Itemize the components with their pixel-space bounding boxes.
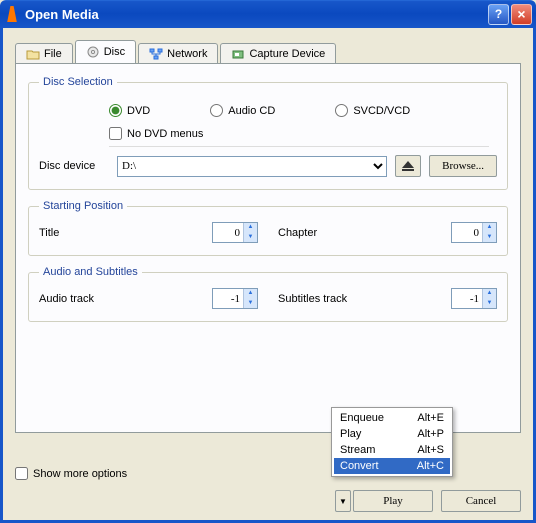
disc-selection-group: Disc Selection DVD Audio CD SVCD/VCD No … bbox=[28, 76, 508, 190]
radio-audiocd-label: Audio CD bbox=[228, 105, 275, 117]
title-label: Title bbox=[39, 227, 212, 239]
bottom-area: Show more options ▼ Play Cancel Enqueue … bbox=[15, 467, 521, 512]
tab-network-label: Network bbox=[167, 48, 207, 60]
radio-audiocd[interactable]: Audio CD bbox=[210, 104, 275, 117]
window-body: File Disc Network Capture Device Disc Se… bbox=[0, 28, 536, 523]
chapter-input[interactable] bbox=[452, 223, 482, 242]
browse-button[interactable]: Browse... bbox=[429, 155, 497, 177]
folder-icon bbox=[26, 48, 40, 60]
no-dvd-menus-label: No DVD menus bbox=[127, 128, 203, 140]
play-dropdown-button[interactable]: ▼ bbox=[335, 490, 351, 512]
disc-device-label: Disc device bbox=[39, 160, 109, 172]
play-dropdown-menu: Enqueue Alt+E Play Alt+P Stream Alt+S Co… bbox=[331, 407, 453, 477]
chapter-spin-buttons[interactable]: ▲▼ bbox=[482, 223, 496, 242]
disc-icon bbox=[86, 46, 100, 58]
title-spinner[interactable]: ▲▼ bbox=[212, 222, 258, 243]
menu-enqueue-label: Enqueue bbox=[340, 412, 384, 424]
subtitles-track-input[interactable] bbox=[452, 289, 482, 308]
radio-svcd-input[interactable] bbox=[335, 104, 348, 117]
subtitles-track-spinner[interactable]: ▲▼ bbox=[451, 288, 497, 309]
menu-play-label: Play bbox=[340, 428, 361, 440]
subs-spin-buttons[interactable]: ▲▼ bbox=[482, 289, 496, 308]
audio-subtitles-group: Audio and Subtitles Audio track ▲▼ Subti… bbox=[28, 266, 508, 322]
radio-dvd[interactable]: DVD bbox=[109, 104, 150, 117]
title-spin-buttons[interactable]: ▲▼ bbox=[243, 223, 257, 242]
audio-track-label: Audio track bbox=[39, 293, 212, 305]
starting-position-group: Starting Position Title ▲▼ Chapter ▲▼ bbox=[28, 200, 508, 256]
tab-content-disc: Disc Selection DVD Audio CD SVCD/VCD No … bbox=[15, 63, 521, 433]
chapter-label: Chapter bbox=[278, 227, 451, 239]
network-icon bbox=[149, 48, 163, 60]
title-bar: Open Media ? × bbox=[0, 0, 536, 28]
subtitles-track-label: Subtitles track bbox=[278, 293, 451, 305]
radio-svcd-label: SVCD/VCD bbox=[353, 105, 410, 117]
chapter-spinner[interactable]: ▲▼ bbox=[451, 222, 497, 243]
audio-track-spinner[interactable]: ▲▼ bbox=[212, 288, 258, 309]
show-more-checkbox[interactable] bbox=[15, 467, 28, 480]
vlc-icon bbox=[4, 6, 20, 22]
help-button[interactable]: ? bbox=[488, 4, 509, 25]
eject-icon bbox=[402, 161, 414, 171]
menu-item-convert[interactable]: Convert Alt+C bbox=[334, 458, 450, 474]
radio-svcd[interactable]: SVCD/VCD bbox=[335, 104, 410, 117]
audio-subtitles-legend: Audio and Subtitles bbox=[39, 266, 142, 278]
menu-stream-shortcut: Alt+S bbox=[417, 444, 444, 456]
menu-play-shortcut: Alt+P bbox=[417, 428, 444, 440]
menu-convert-shortcut: Alt+C bbox=[417, 460, 444, 472]
menu-stream-label: Stream bbox=[340, 444, 375, 456]
title-input[interactable] bbox=[213, 223, 243, 242]
starting-position-legend: Starting Position bbox=[39, 200, 127, 212]
window-title: Open Media bbox=[25, 7, 486, 22]
disc-device-combo[interactable]: D:\ bbox=[117, 156, 387, 177]
menu-item-play[interactable]: Play Alt+P bbox=[334, 426, 450, 442]
tab-file-label: File bbox=[44, 48, 62, 60]
menu-item-stream[interactable]: Stream Alt+S bbox=[334, 442, 450, 458]
tab-bar: File Disc Network Capture Device bbox=[15, 40, 521, 63]
menu-enqueue-shortcut: Alt+E bbox=[417, 412, 444, 424]
audio-track-input[interactable] bbox=[213, 289, 243, 308]
tab-file[interactable]: File bbox=[15, 43, 73, 64]
close-button[interactable]: × bbox=[511, 4, 532, 25]
tab-disc-label: Disc bbox=[104, 46, 125, 58]
cancel-button[interactable]: Cancel bbox=[441, 490, 521, 512]
radio-dvd-label: DVD bbox=[127, 105, 150, 117]
capture-icon bbox=[231, 48, 245, 60]
tab-capture-label: Capture Device bbox=[249, 48, 325, 60]
radio-audiocd-input[interactable] bbox=[210, 104, 223, 117]
no-dvd-menus-checkbox[interactable] bbox=[109, 127, 122, 140]
play-button[interactable]: Play bbox=[353, 490, 433, 512]
tab-disc[interactable]: Disc bbox=[75, 40, 136, 63]
radio-dvd-input[interactable] bbox=[109, 104, 122, 117]
disc-selection-legend: Disc Selection bbox=[39, 76, 117, 88]
eject-button[interactable] bbox=[395, 155, 421, 177]
divider bbox=[109, 146, 489, 147]
show-more-label: Show more options bbox=[33, 468, 127, 480]
audio-spin-buttons[interactable]: ▲▼ bbox=[243, 289, 257, 308]
tab-network[interactable]: Network bbox=[138, 43, 218, 64]
tab-capture[interactable]: Capture Device bbox=[220, 43, 336, 64]
menu-convert-label: Convert bbox=[340, 460, 379, 472]
menu-item-enqueue[interactable]: Enqueue Alt+E bbox=[334, 410, 450, 426]
